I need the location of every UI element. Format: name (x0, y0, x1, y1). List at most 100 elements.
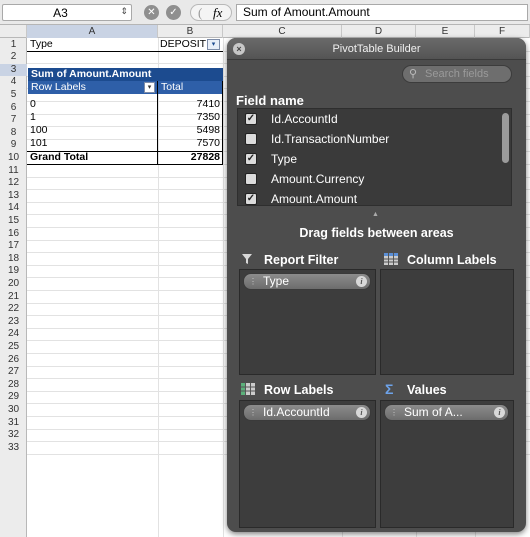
column-header-d[interactable]: D (342, 25, 416, 38)
info-icon[interactable]: i (356, 407, 367, 418)
row-header[interactable]: 9 (0, 139, 27, 152)
field-item-id-accountid[interactable]: ✓ Id.AccountId (238, 109, 498, 129)
row-header[interactable]: 7 (0, 114, 27, 127)
column-labels-area[interactable] (380, 269, 514, 375)
row-header[interactable]: 27 (0, 366, 27, 379)
row-header[interactable]: 8 (0, 127, 27, 140)
row-header[interactable]: 10 (0, 152, 27, 165)
column-labels-title: Column Labels (407, 253, 497, 267)
cancel-formula-icon[interactable]: ✕ (144, 5, 159, 20)
grand-total-value[interactable]: 27828 (158, 151, 223, 164)
row-header[interactable]: 12 (0, 177, 27, 190)
row-header[interactable]: 14 (0, 202, 27, 215)
fx-icon: fx (213, 5, 223, 20)
row-labels-area[interactable]: ⋮ Id.AccountId i (239, 400, 376, 528)
builder-title: PivotTable Builder (332, 43, 421, 55)
field-item-amount-currency[interactable]: Amount.Currency (238, 169, 498, 189)
drag-grip-icon: ⋮ (249, 277, 257, 286)
values-header[interactable]: Sum of Amount.Amount (28, 68, 158, 81)
field-checkbox[interactable]: ✓ (245, 193, 257, 205)
values-chip-sum-of-amount[interactable]: ⋮ Sum of A... i (384, 404, 509, 421)
formula-input[interactable]: Sum of Amount.Amount (236, 4, 528, 21)
row-header[interactable]: 23 (0, 316, 27, 329)
report-filter-dropdown-icon[interactable]: ▾ (207, 39, 220, 50)
column-header-a[interactable]: A (27, 25, 158, 38)
row-header[interactable]: 3 (0, 63, 27, 77)
report-filter-chip-type[interactable]: ⋮ Type i (243, 273, 371, 290)
row-header[interactable]: 28 (0, 379, 27, 392)
search-fields-input[interactable]: ⚲ Search fields (402, 65, 512, 83)
row-header[interactable]: 20 (0, 278, 27, 291)
pivot-row-value[interactable]: 7350 (158, 111, 223, 124)
row-header[interactable]: 19 (0, 265, 27, 278)
name-box-stepper-icon[interactable]: ⇕ (120, 6, 128, 17)
field-label: Amount.Amount (271, 192, 358, 206)
row-header[interactable]: 26 (0, 354, 27, 367)
field-label: Type (271, 152, 298, 166)
field-checkbox[interactable]: ✓ (245, 153, 257, 165)
pivot-row-value[interactable]: 7570 (158, 137, 223, 150)
pivot-row-label[interactable]: 0 (30, 98, 156, 111)
column-header-e[interactable]: E (416, 25, 475, 38)
row-header[interactable]: 4 (0, 76, 27, 89)
formula-bar: A3 ⇕ ✕ ✓ ( fx Sum of Amount.Amount (0, 0, 530, 25)
row-header[interactable]: 24 (0, 328, 27, 341)
filter-field-label[interactable]: Type (30, 38, 156, 51)
name-box[interactable]: A3 ⇕ (2, 4, 132, 21)
field-checkbox[interactable]: ✓ (245, 113, 257, 125)
row-header-column: 1 2 3 4 5 6 7 8 9 10 11 12 13 14 15 16 17 18 19 20 21 22 23 24 2… (0, 38, 27, 537)
splitter-grip-icon[interactable]: ▲ (372, 211, 379, 218)
row-labels-header[interactable]: Row Labels (28, 81, 158, 94)
report-filter-area[interactable]: ⋮ Type i (239, 269, 376, 375)
row-header[interactable]: 11 (0, 165, 27, 178)
row-header[interactable]: 15 (0, 215, 27, 228)
insert-function-button[interactable]: ( fx (190, 4, 232, 21)
row-header[interactable]: 18 (0, 253, 27, 266)
field-checkbox[interactable] (245, 173, 257, 185)
row-header[interactable]: 1 (0, 39, 27, 52)
field-item-type[interactable]: ✓ Type (238, 149, 498, 169)
field-item-id-transactionnumber[interactable]: Id.TransactionNumber (238, 129, 498, 149)
select-all-corner[interactable] (0, 25, 27, 38)
row-header[interactable]: 29 (0, 391, 27, 404)
builder-titlebar[interactable]: × PivotTable Builder (227, 38, 526, 60)
row-labels-chip-id-accountid[interactable]: ⋮ Id.AccountId i (243, 404, 371, 421)
row-header[interactable]: 30 (0, 404, 27, 417)
row-header[interactable]: 21 (0, 291, 27, 304)
grand-total-label[interactable]: Grand Total (30, 151, 156, 164)
pivot-row-label[interactable]: 1 (30, 111, 156, 124)
row-header[interactable]: 2 (0, 51, 27, 64)
field-checkbox[interactable] (245, 133, 257, 145)
column-header-row: A B C D E F (0, 25, 530, 38)
row-header[interactable]: 13 (0, 190, 27, 203)
row-labels-dropdown-icon[interactable]: ▾ (144, 82, 155, 93)
column-header-b[interactable]: B (158, 25, 223, 38)
row-header[interactable]: 5 (0, 89, 27, 102)
field-name-label: Field name (236, 93, 304, 108)
filter-value[interactable]: DEPOSIT (160, 38, 208, 51)
info-icon[interactable]: i (356, 276, 367, 287)
total-header[interactable]: Total (158, 81, 223, 94)
enter-formula-icon[interactable]: ✓ (166, 5, 181, 20)
pivot-row-label[interactable]: 100 (30, 124, 156, 137)
values-area[interactable]: ⋮ Sum of A... i (380, 400, 514, 528)
field-item-amount-amount[interactable]: ✓ Amount.Amount (238, 189, 498, 206)
pivot-row-value[interactable]: 5498 (158, 124, 223, 137)
row-header[interactable]: 31 (0, 417, 27, 430)
drag-grip-icon: ⋮ (249, 408, 257, 417)
pivot-row-label[interactable]: 101 (30, 137, 156, 150)
pivot-row-value[interactable]: 7410 (158, 98, 223, 111)
info-icon[interactable]: i (494, 407, 505, 418)
column-header-c[interactable]: C (223, 25, 342, 38)
row-header[interactable]: 32 (0, 429, 27, 442)
row-header[interactable]: 17 (0, 240, 27, 253)
row-header[interactable]: 6 (0, 102, 27, 115)
values-title: Values (407, 383, 447, 397)
column-header-f[interactable]: F (475, 25, 530, 38)
row-header[interactable]: 16 (0, 228, 27, 241)
field-list[interactable]: ✓ Id.AccountId Id.TransactionNumber ✓ Ty… (237, 108, 512, 206)
field-list-scrollbar[interactable] (502, 113, 509, 163)
row-header[interactable]: 25 (0, 341, 27, 354)
row-header[interactable]: 22 (0, 303, 27, 316)
row-header[interactable]: 33 (0, 442, 27, 455)
